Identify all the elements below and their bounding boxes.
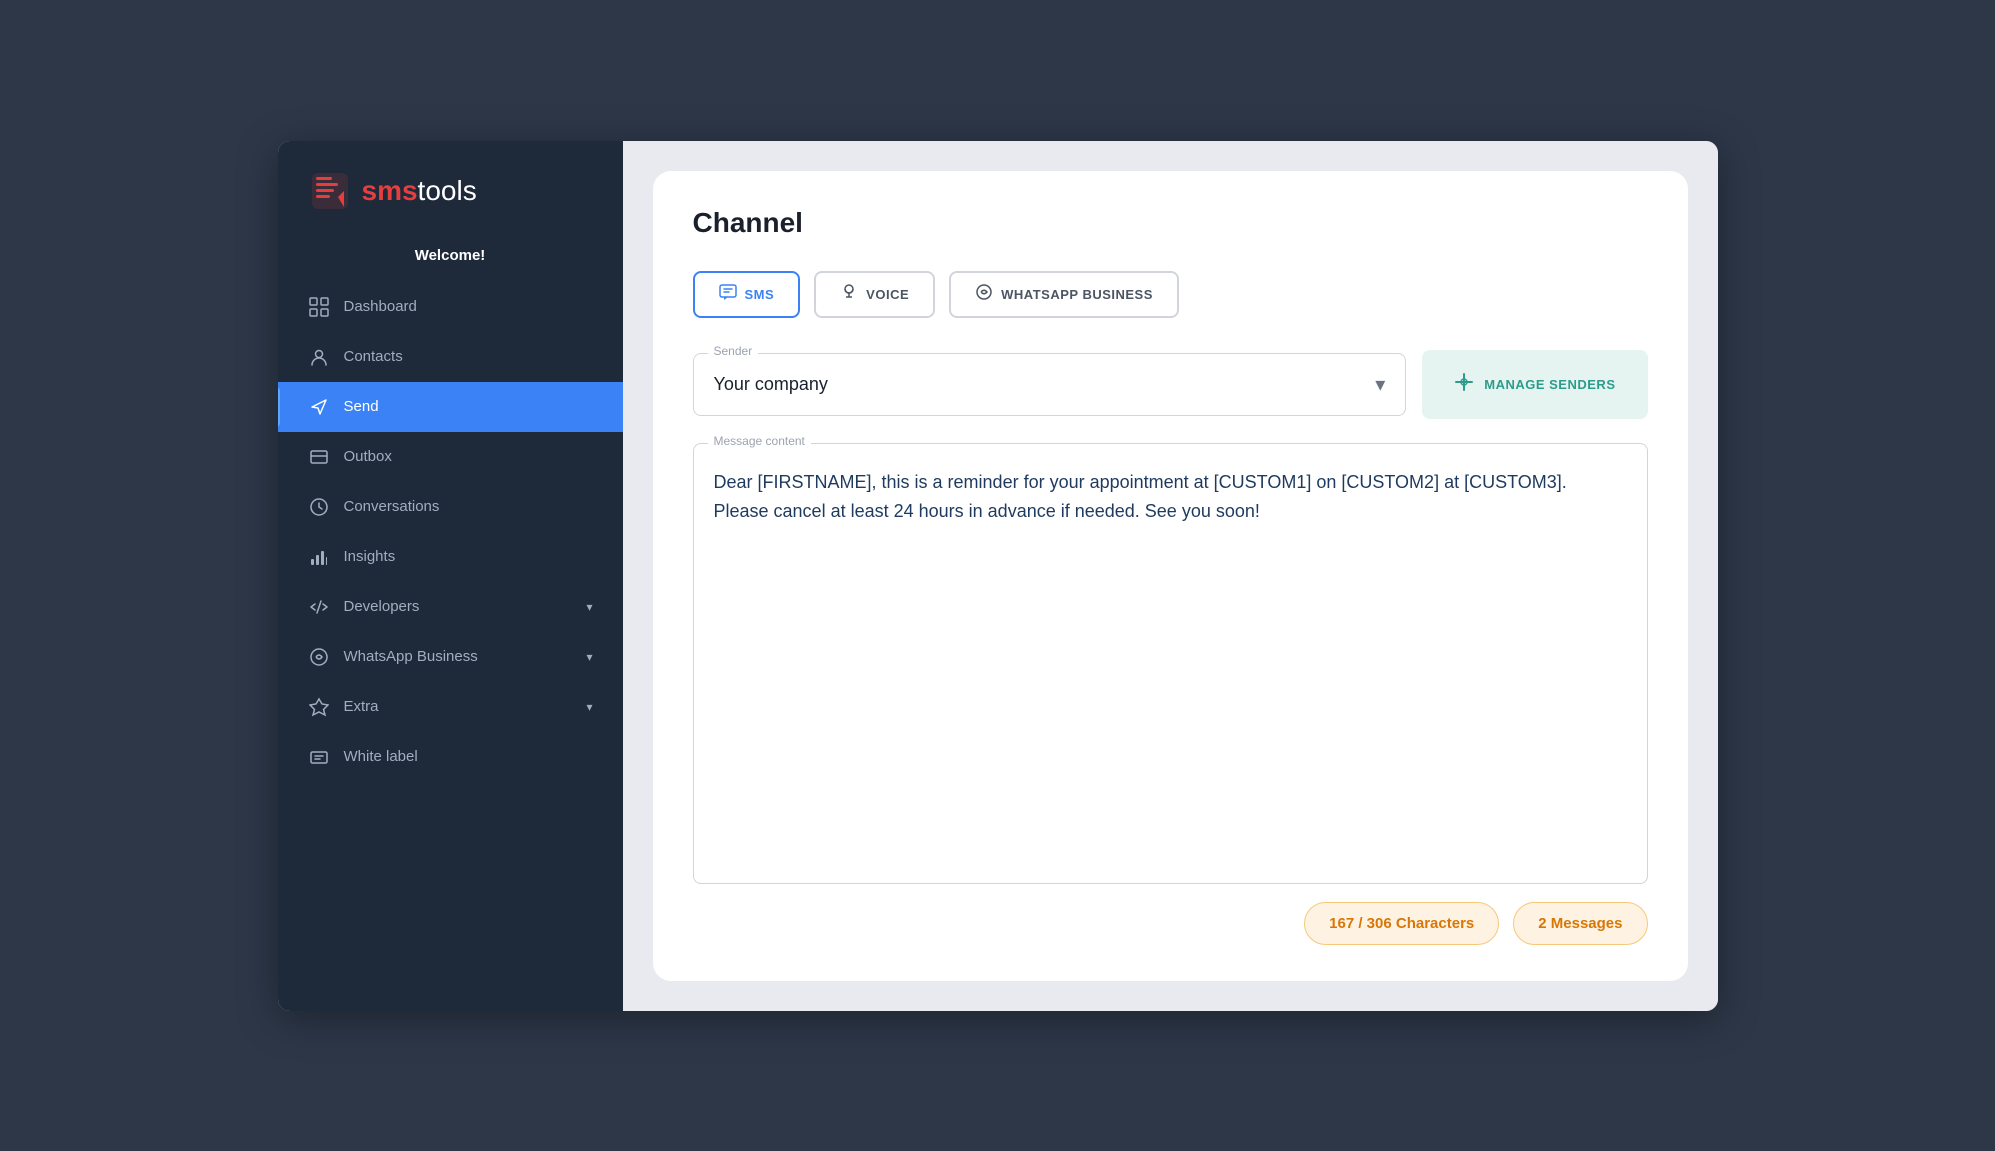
whitelabel-icon: [308, 746, 330, 768]
sidebar-item-insights[interactable]: Insights: [278, 532, 623, 582]
logo-sms: sms: [362, 175, 418, 206]
outbox-label: Outbox: [344, 448, 593, 465]
sidebar-item-contacts[interactable]: Contacts: [278, 332, 623, 382]
page-title: Channel: [693, 207, 1648, 239]
sidebar-welcome: Welcome!: [278, 237, 623, 282]
sender-section: Sender Your company ▾: [693, 350, 1648, 419]
main-content: Channel SMS: [623, 141, 1718, 1011]
sidebar-item-dashboard[interactable]: Dashboard: [278, 282, 623, 332]
messages-badge: 2 Messages: [1513, 902, 1647, 945]
whatsapp-icon: [308, 646, 330, 668]
outbox-icon: [308, 446, 330, 468]
contacts-icon: [308, 346, 330, 368]
message-legend: Message content: [708, 434, 811, 448]
message-textarea[interactable]: [694, 444, 1647, 883]
tab-voice[interactable]: VOICE: [814, 271, 935, 318]
dropdown-arrow-icon: ▾: [1375, 372, 1385, 397]
sender-legend: Sender: [708, 344, 759, 358]
tab-voice-label: VOICE: [866, 287, 909, 302]
sidebar-logo: smstools: [278, 141, 623, 237]
tab-sms[interactable]: SMS: [693, 271, 801, 318]
sidebar-item-whitelabel[interactable]: White label: [278, 732, 623, 782]
extra-arrow: ▾: [586, 700, 592, 714]
message-footer: 167 / 306 Characters 2 Messages: [693, 902, 1648, 945]
app-wrapper: smstools Welcome! Dashboard: [278, 141, 1718, 1011]
sidebar-item-outbox[interactable]: Outbox: [278, 432, 623, 482]
sender-dropdown[interactable]: Your company ▾: [694, 354, 1406, 415]
message-fieldset: Message content: [693, 443, 1648, 884]
sender-value: Your company: [714, 374, 828, 395]
tab-whatsapp-label: WHATSAPP BUSINESS: [1001, 287, 1153, 302]
whatsapp-label: WhatsApp Business: [344, 648, 573, 665]
insights-icon: [308, 546, 330, 568]
whatsapp-tab-icon: [975, 283, 993, 306]
channel-tabs: SMS VOICE: [693, 271, 1648, 318]
whatsapp-arrow: ▾: [586, 650, 592, 664]
developers-icon: [308, 596, 330, 618]
sidebar: smstools Welcome! Dashboard: [278, 141, 623, 1011]
sms-tab-icon: [719, 283, 737, 306]
main-card: Channel SMS: [653, 171, 1688, 981]
sidebar-item-conversations[interactable]: Conversations: [278, 482, 623, 532]
message-section: Message content 167 / 306 Characters 2 M…: [693, 443, 1648, 945]
whitelabel-label: White label: [344, 748, 593, 765]
dashboard-icon: [308, 296, 330, 318]
manage-senders-label: MANAGE SENDERS: [1484, 377, 1615, 392]
manage-senders-icon: [1454, 372, 1474, 397]
conversations-icon: [308, 496, 330, 518]
logo-icon: [308, 169, 352, 213]
sidebar-item-send[interactable]: Send: [278, 382, 623, 432]
send-icon: [308, 396, 330, 418]
extra-icon: [308, 696, 330, 718]
tab-whatsapp[interactable]: WHATSAPP BUSINESS: [949, 271, 1179, 318]
conversations-label: Conversations: [344, 498, 593, 515]
insights-label: Insights: [344, 548, 593, 565]
sidebar-nav: Dashboard Contacts Send: [278, 282, 623, 1011]
sidebar-item-whatsapp[interactable]: WhatsApp Business ▾: [278, 632, 623, 682]
sidebar-item-extra[interactable]: Extra ▾: [278, 682, 623, 732]
contacts-label: Contacts: [344, 348, 593, 365]
tab-sms-label: SMS: [745, 287, 775, 302]
sender-select-row: Sender Your company ▾: [693, 350, 1648, 419]
logo-tools: tools: [418, 175, 477, 206]
characters-badge: 167 / 306 Characters: [1304, 902, 1499, 945]
developers-label: Developers: [344, 598, 573, 615]
extra-label: Extra: [344, 698, 573, 715]
developers-arrow: ▾: [586, 600, 592, 614]
logo-text: smstools: [362, 175, 477, 207]
sender-fieldset: Sender Your company ▾: [693, 353, 1407, 416]
voice-tab-icon: [840, 283, 858, 306]
send-label: Send: [344, 398, 593, 415]
dashboard-label: Dashboard: [344, 298, 593, 315]
sidebar-item-developers[interactable]: Developers ▾: [278, 582, 623, 632]
manage-senders-button[interactable]: MANAGE SENDERS: [1422, 350, 1647, 419]
